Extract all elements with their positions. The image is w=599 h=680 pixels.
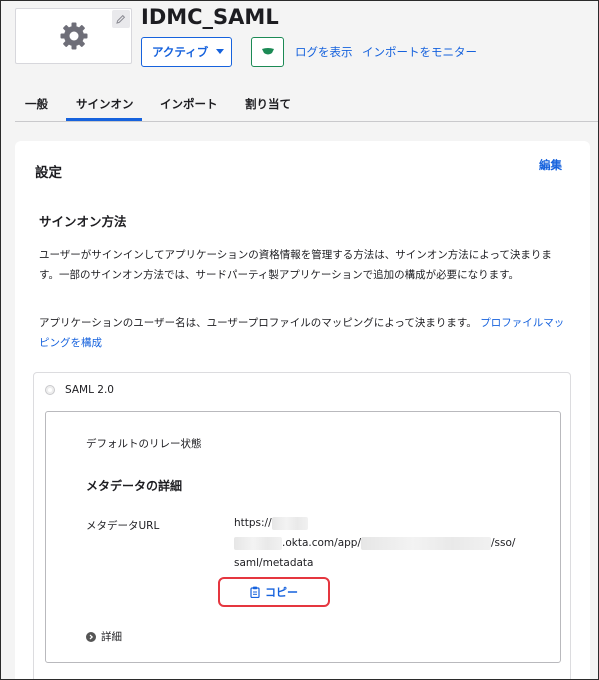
edit-logo-button[interactable] — [112, 10, 130, 28]
gear-icon — [60, 22, 87, 50]
metadata-url-part1: https:// — [234, 517, 272, 529]
metadata-url-part3: /sso/ — [491, 537, 516, 549]
sign-on-methods-heading: サインオン方法 — [39, 214, 127, 229]
metadata-url-line-3: saml/metadata — [234, 553, 313, 573]
edit-link[interactable]: 編集 — [539, 157, 562, 173]
caret-down-icon — [216, 49, 225, 54]
username-description: アプリケーションのユーザー名は、ユーザープロファイルのマッピングによって決まりま… — [39, 313, 569, 353]
copy-button-label: コピー — [265, 586, 298, 599]
metadata-url-part2: .okta.com/app/ — [282, 537, 361, 549]
tab-bar: 一般 サインオン インポート 割り当て — [15, 87, 598, 122]
monitor-imports-link[interactable]: インポートをモニター — [362, 44, 477, 60]
metadata-url-line-1: https:// — [234, 513, 308, 533]
default-relay-state-label: デフォルトのリレー状態 — [86, 438, 202, 450]
saml-radio[interactable] — [45, 385, 55, 395]
settings-card: 設定 編集 サインオン方法 ユーザーがサインインしてアプリケーションの資格情報を… — [15, 141, 590, 679]
saml-option: SAML 2.0 デフォルトのリレー状態 メタデータの詳細 メタデータURL h… — [33, 372, 571, 679]
sign-on-description: ユーザーがサインインしてアプリケーションの資格情報を管理する方法は、サインオン方… — [39, 249, 552, 281]
tab-assignments[interactable]: 割り当て — [245, 96, 291, 112]
redacted-text — [361, 536, 491, 550]
view-logs-link[interactable]: ログを表示 — [295, 44, 353, 60]
active-tab-indicator — [66, 118, 142, 121]
metadata-url-part4: saml/metadata — [234, 557, 314, 569]
metadata-url-label: メタデータURL — [86, 520, 160, 532]
push-icon — [261, 48, 274, 55]
details-label: 詳細 — [101, 631, 122, 643]
tab-general[interactable]: 一般 — [25, 96, 48, 112]
details-toggle[interactable]: 詳細 — [86, 629, 122, 644]
push-button[interactable] — [251, 37, 284, 67]
redacted-text — [234, 536, 282, 550]
username-description-text: アプリケーションのユーザー名は、ユーザープロファイルのマッピングによって決まりま… — [39, 317, 477, 329]
metadata-url-line-2: .okta.com/app/ /sso/ — [234, 533, 515, 553]
settings-title: 設定 — [35, 165, 62, 181]
pencil-icon — [116, 14, 126, 24]
app-logo — [15, 8, 132, 64]
copy-button[interactable]: コピー — [218, 577, 330, 607]
redacted-text — [271, 516, 308, 530]
status-dropdown-label: アクティブ — [152, 45, 209, 59]
metadata-details-heading: メタデータの詳細 — [86, 479, 183, 493]
status-dropdown[interactable]: アクティブ — [141, 37, 232, 67]
saml-label: SAML 2.0 — [65, 384, 114, 396]
chevron-right-icon — [86, 631, 96, 642]
tab-import[interactable]: インポート — [160, 96, 218, 112]
app-settings-page: IDMC_SAML アクティブ ログを表示 インポートをモニター 一般 サインオ… — [0, 0, 599, 680]
app-title: IDMC_SAML — [141, 5, 279, 29]
clipboard-icon — [250, 586, 260, 598]
tab-sign-on[interactable]: サインオン — [76, 96, 134, 112]
saml-details-panel: デフォルトのリレー状態 メタデータの詳細 メタデータURL https:// .… — [45, 411, 561, 663]
